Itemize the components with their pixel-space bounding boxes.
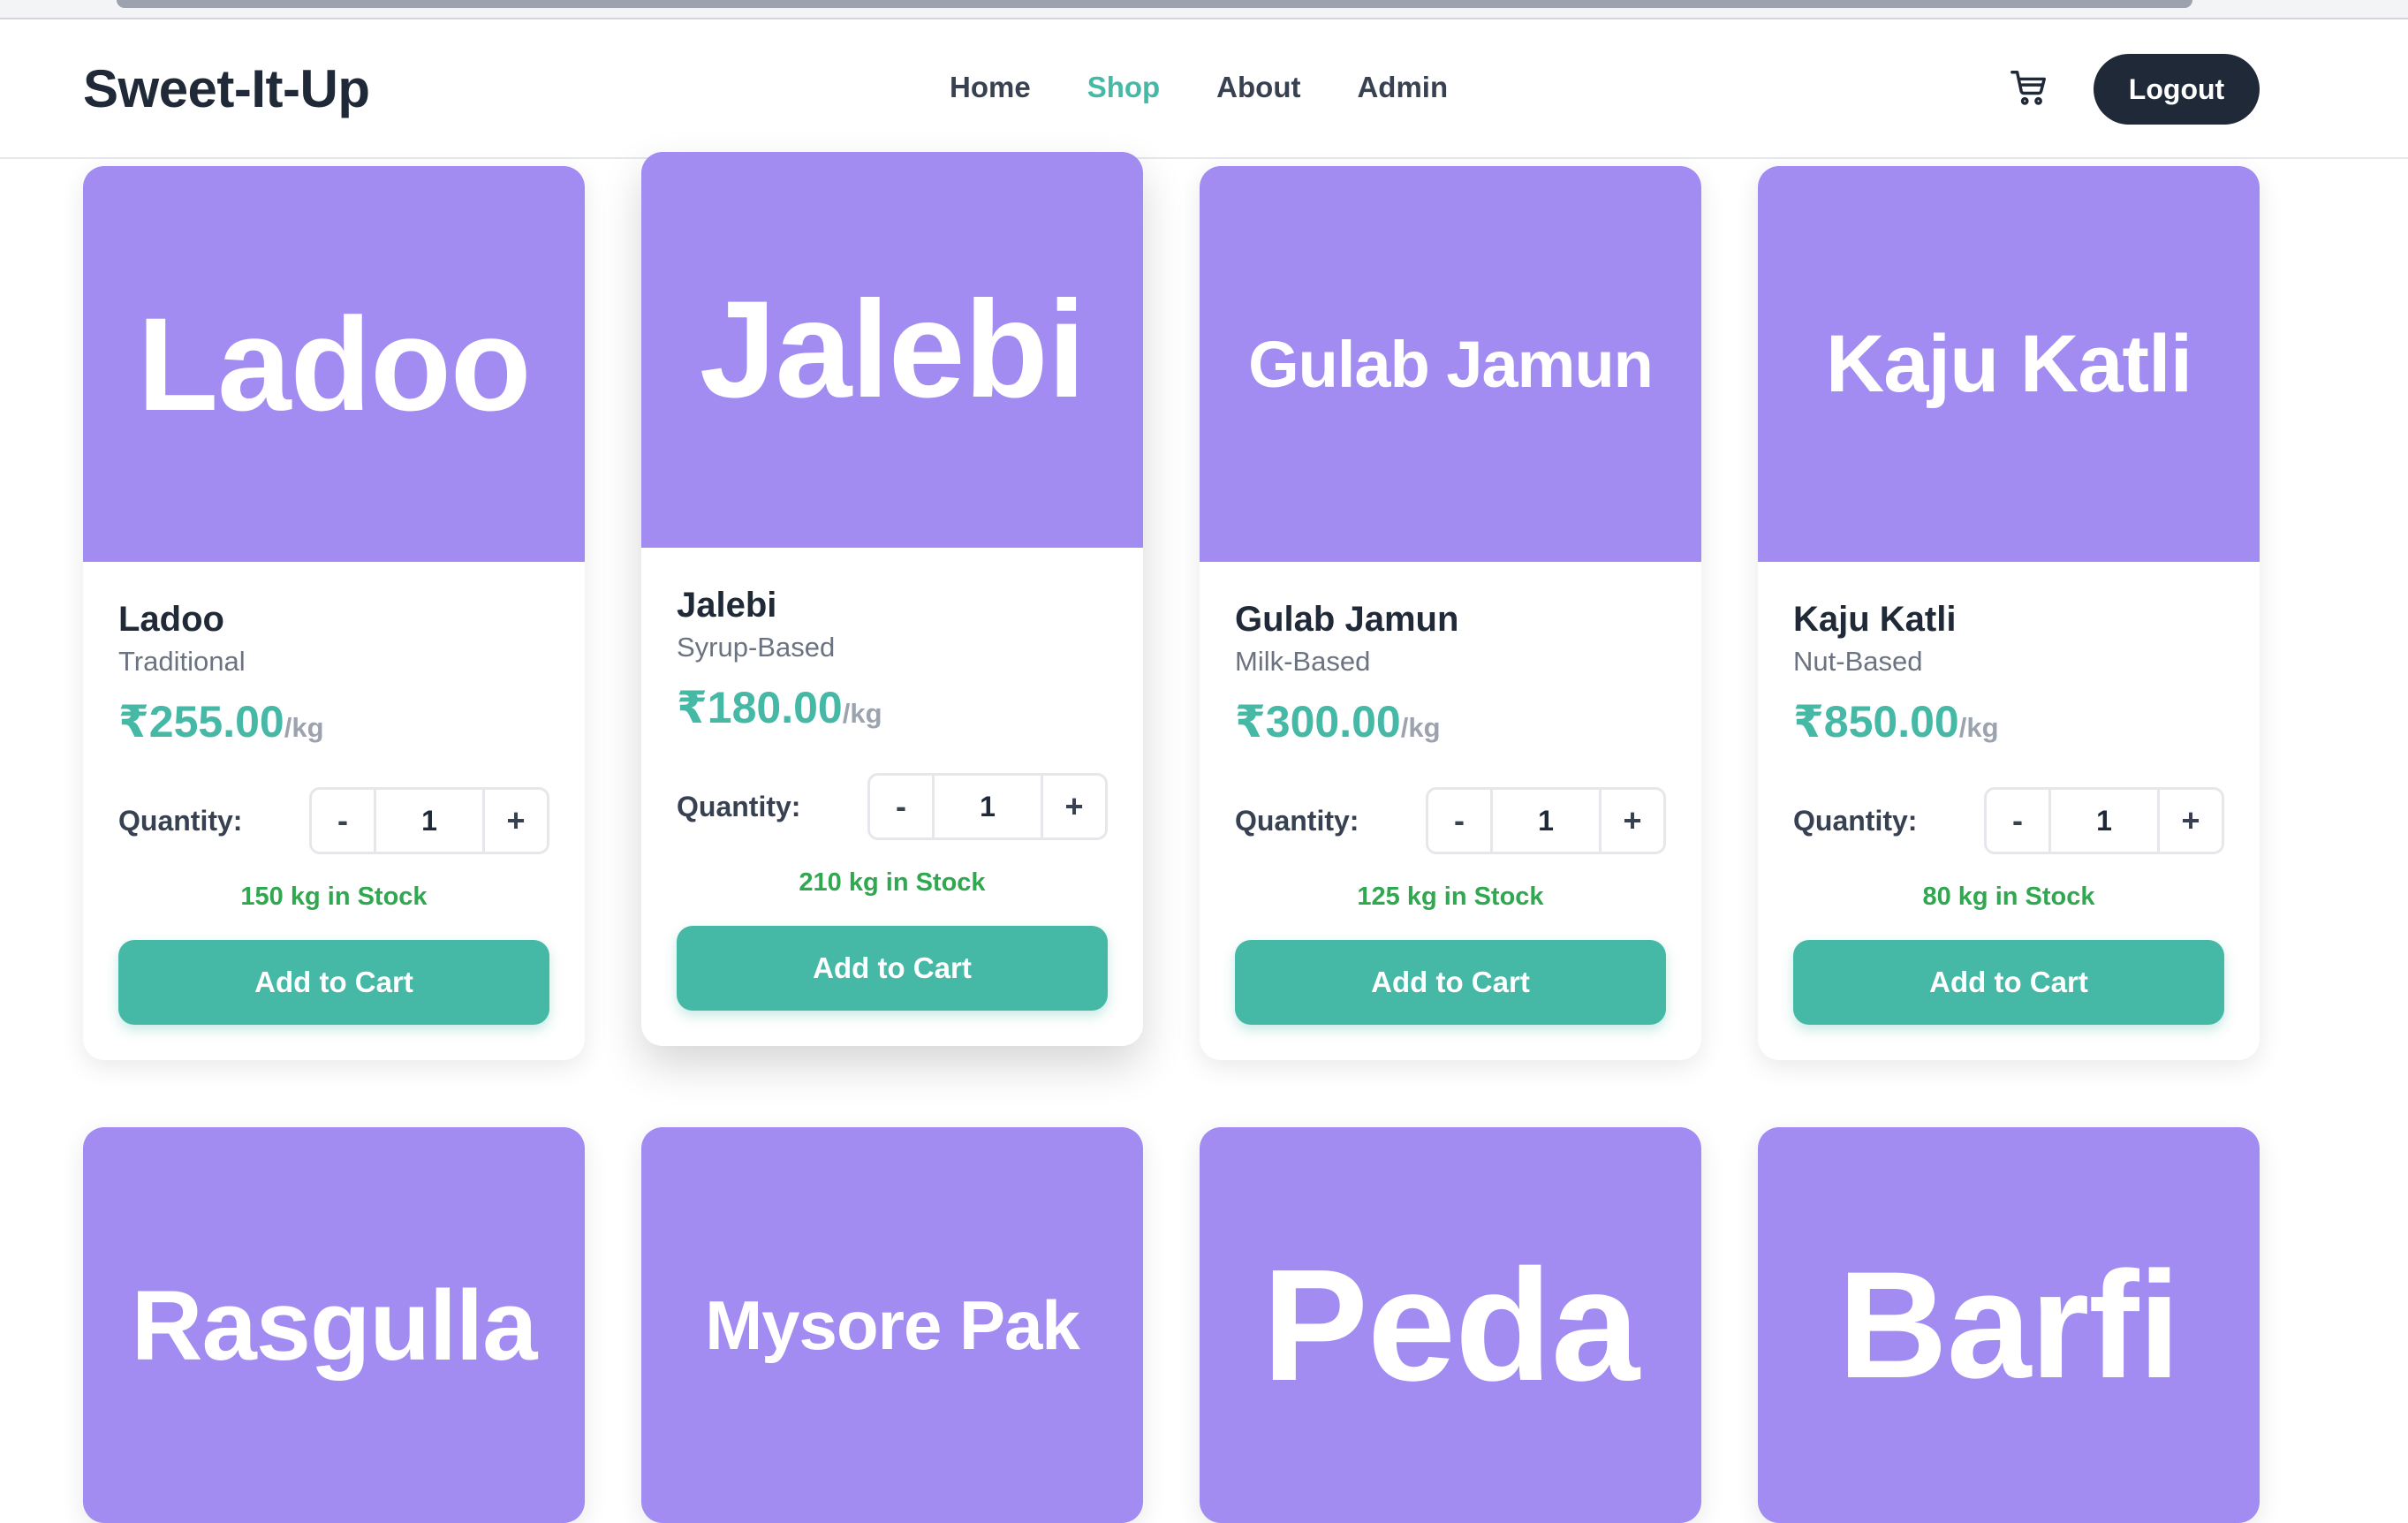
increment-button[interactable]: + bbox=[485, 790, 547, 852]
cart-icon[interactable] bbox=[2009, 67, 2049, 108]
nav-home[interactable]: Home bbox=[950, 71, 1031, 104]
quantity-label: Quantity: bbox=[1235, 804, 1359, 837]
site-header: Sweet-It-Up Home Shop About Admin Logout bbox=[0, 19, 2408, 159]
product-name: Kaju Katli bbox=[1793, 600, 1957, 639]
product-price: ₹180.00/kg bbox=[677, 683, 882, 732]
decrement-button[interactable]: - bbox=[1428, 790, 1490, 852]
logout-button[interactable]: Logout bbox=[2094, 54, 2260, 125]
nav-about[interactable]: About bbox=[1216, 71, 1300, 104]
product-price: ₹850.00/kg bbox=[1793, 697, 1999, 746]
product-image: Ladoo bbox=[83, 166, 585, 562]
add-to-cart-button[interactable]: Add to Cart bbox=[118, 940, 549, 1025]
add-to-cart-button[interactable]: Add to Cart bbox=[1793, 940, 2224, 1025]
quantity-value[interactable]: 1 bbox=[374, 790, 485, 852]
stock-status: 80 kg in Stock bbox=[1922, 883, 2095, 911]
product-category: Traditional bbox=[118, 646, 246, 677]
quantity-stepper: - 1 + bbox=[309, 787, 549, 854]
product-image: Peda bbox=[1200, 1127, 1701, 1523]
quantity-value[interactable]: 1 bbox=[932, 776, 1043, 837]
quantity-label: Quantity: bbox=[118, 804, 243, 837]
product-card: Ladoo Ladoo Traditional ₹255.00/kg Quant… bbox=[83, 166, 585, 1060]
nav-admin[interactable]: Admin bbox=[1357, 71, 1448, 104]
stock-status: 125 kg in Stock bbox=[1357, 883, 1544, 911]
quantity-stepper: - 1 + bbox=[867, 773, 1108, 840]
product-name: Ladoo bbox=[118, 600, 224, 639]
product-image: Mysore Pak bbox=[641, 1127, 1143, 1523]
quantity-stepper: - 1 + bbox=[1426, 787, 1666, 854]
stock-status: 210 kg in Stock bbox=[799, 868, 986, 897]
product-category: Syrup-Based bbox=[677, 632, 836, 663]
decrement-button[interactable]: - bbox=[1987, 790, 2048, 852]
decrement-button[interactable]: - bbox=[870, 776, 932, 837]
product-card: Mysore Pak bbox=[641, 1127, 1143, 1523]
product-name: Gulab Jamun bbox=[1235, 600, 1459, 639]
product-category: Milk-Based bbox=[1235, 646, 1371, 677]
product-image: Barfi bbox=[1758, 1127, 2260, 1523]
product-card: Gulab Jamun Gulab Jamun Milk-Based ₹300.… bbox=[1200, 166, 1701, 1060]
add-to-cart-button[interactable]: Add to Cart bbox=[677, 926, 1108, 1011]
stock-status: 150 kg in Stock bbox=[240, 883, 428, 911]
browser-scrollbar[interactable] bbox=[0, 0, 2408, 19]
nav-shop[interactable]: Shop bbox=[1087, 71, 1160, 104]
product-card: Jalebi Jalebi Syrup-Based ₹180.00/kg Qua… bbox=[641, 152, 1143, 1046]
product-price: ₹300.00/kg bbox=[1235, 697, 1441, 746]
product-image: Gulab Jamun bbox=[1200, 166, 1701, 562]
product-card: Kaju Katli Kaju Katli Nut-Based ₹850.00/… bbox=[1758, 166, 2260, 1060]
increment-button[interactable]: + bbox=[1043, 776, 1105, 837]
product-price: ₹255.00/kg bbox=[118, 697, 324, 746]
scrollbar-thumb[interactable] bbox=[117, 0, 2192, 8]
increment-button[interactable]: + bbox=[1602, 790, 1663, 852]
product-image: Kaju Katli bbox=[1758, 166, 2260, 562]
product-card: Rasgulla bbox=[83, 1127, 585, 1523]
product-card: Barfi bbox=[1758, 1127, 2260, 1523]
quantity-stepper: - 1 + bbox=[1984, 787, 2224, 854]
increment-button[interactable]: + bbox=[2160, 790, 2222, 852]
product-card: Peda bbox=[1200, 1127, 1701, 1523]
site-logo[interactable]: Sweet-It-Up bbox=[83, 58, 370, 119]
decrement-button[interactable]: - bbox=[312, 790, 374, 852]
product-image: Jalebi bbox=[641, 152, 1143, 548]
quantity-label: Quantity: bbox=[1793, 804, 1918, 837]
main-nav: Home Shop About Admin bbox=[950, 71, 1504, 104]
product-image: Rasgulla bbox=[83, 1127, 585, 1523]
product-name: Jalebi bbox=[677, 586, 777, 625]
quantity-label: Quantity: bbox=[677, 790, 801, 822]
quantity-value[interactable]: 1 bbox=[2048, 790, 2160, 852]
quantity-value[interactable]: 1 bbox=[1490, 790, 1602, 852]
add-to-cart-button[interactable]: Add to Cart bbox=[1235, 940, 1666, 1025]
product-category: Nut-Based bbox=[1793, 646, 1923, 677]
